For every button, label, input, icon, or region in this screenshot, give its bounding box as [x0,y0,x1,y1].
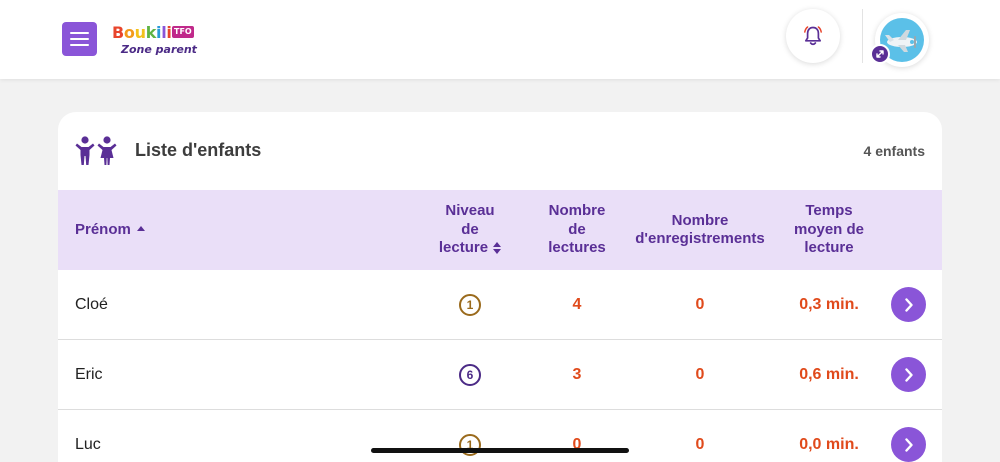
logo-letter: i [166,23,172,42]
column-header-reads: Nombre de lectures [537,190,617,270]
column-header-time-line3: lecture [804,239,854,257]
column-header-level-line1: Niveau [445,202,495,220]
level-badge: 1 [459,293,481,316]
average-time: 0,3 min. [799,295,859,313]
sort-ascending-icon [136,225,145,231]
reads-count: 4 [572,295,582,313]
column-header-reads-line3: lectures [548,239,606,257]
column-header-level[interactable]: Niveau de lecture [428,190,512,270]
recordings-count: 0 [695,295,705,313]
column-header-time-line1: Temps [805,202,853,220]
hamburger-icon [70,32,89,34]
child-name: Luc [75,435,101,453]
column-header-reads-line1: Nombre [548,202,606,220]
level-badge: 6 [459,363,481,386]
column-header-name[interactable]: Prénom [75,190,145,270]
logo-letter: B [112,23,124,42]
reads-count: 3 [572,365,582,383]
table-row[interactable]: Cloé 1 4 0 0,3 min. [58,270,942,340]
brand-logo[interactable]: Boukili TFO Zone parent [112,23,202,59]
column-header-recordings: Nombre d'enregistrements [630,190,770,270]
open-child-button[interactable] [891,287,926,322]
column-header-recordings-line2: d'enregistrements [635,230,765,247]
bell-icon [804,26,822,46]
column-header-time-line2: moyen de [793,220,865,238]
chevron-right-icon [904,437,913,452]
profile-avatar[interactable] [870,13,929,67]
logo-badge: TFO [172,26,194,38]
child-name: Eric [75,365,103,383]
level-cell: 1 [428,410,512,462]
level-cell: 1 [428,270,512,339]
recordings-count: 0 [695,365,705,383]
top-bar: Boukili TFO Zone parent [0,0,1000,79]
table-row[interactable]: Luc 1 0 0 0,0 min. [58,410,942,462]
logo-letter: o [123,23,135,42]
child-name: Cloé [75,295,108,313]
card-title: Liste d'enfants [135,140,262,160]
column-header-recordings-line1: Nombre [671,211,729,229]
swap-arrows-icon [876,50,884,58]
logo-letter: u [134,23,146,42]
children-icon [75,136,117,165]
chevron-right-icon [904,367,913,382]
recordings-count: 0 [695,435,705,453]
table-header: Prénom Niveau de lecture Nombre de lectu… [58,190,942,270]
column-header-reads-line2: de [568,220,586,238]
column-header-level-line3: lecture [438,239,489,257]
home-indicator[interactable] [371,448,629,453]
menu-button[interactable] [62,22,97,56]
logo-wordmark: Boukili [112,23,172,42]
logo-subtitle: Zone parent [121,43,197,56]
reads-count: 0 [572,435,582,453]
logo-letter: k [145,23,157,42]
children-list-card: Liste d'enfants 4 enfants Prénom Niveau … [58,112,942,462]
average-time: 0,6 min. [799,365,859,383]
column-header-time: Temps moyen de lecture [783,190,875,270]
card-header: Liste d'enfants 4 enfants [58,112,942,190]
sort-icon [493,242,502,255]
open-child-button[interactable] [891,427,926,462]
children-count: 4 enfants [863,143,925,159]
switch-profile-button[interactable] [870,44,890,64]
open-child-button[interactable] [891,357,926,392]
notifications-button[interactable] [786,9,840,63]
chevron-right-icon [904,297,913,312]
header-divider [862,9,863,63]
table-row[interactable]: Eric 6 3 0 0,6 min. [58,340,942,410]
average-time: 0,0 min. [799,435,859,453]
column-header-level-line2: de [461,220,479,238]
column-header-name-label: Prénom [75,220,131,238]
level-cell: 6 [428,340,512,409]
